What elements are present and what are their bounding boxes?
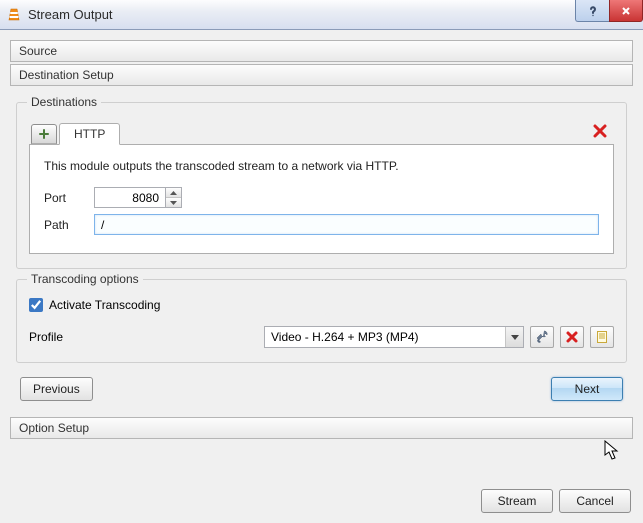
destination-tabs: HTTP <box>29 121 614 145</box>
dialog-footer-buttons: Stream Cancel <box>481 489 631 513</box>
stream-button[interactable]: Stream <box>481 489 553 513</box>
source-section-header[interactable]: Source <box>10 40 633 62</box>
activate-transcoding-label: Activate Transcoding <box>49 298 160 312</box>
wrench-icon <box>535 330 549 344</box>
x-red-icon <box>565 330 579 344</box>
window-title: Stream Output <box>28 7 113 22</box>
transcoding-group: Transcoding options Activate Transcoding… <box>16 279 627 363</box>
new-profile-button[interactable] <box>590 326 614 348</box>
next-button[interactable]: Next <box>551 377 623 401</box>
wizard-nav: Previous Next <box>10 373 633 411</box>
port-label: Port <box>44 191 94 205</box>
window-buttons <box>575 0 643 22</box>
option-setup-section-header[interactable]: Option Setup <box>10 417 633 439</box>
document-icon <box>595 330 609 344</box>
transcoding-group-label: Transcoding options <box>27 272 143 286</box>
path-row: Path <box>44 214 599 235</box>
http-description: This module outputs the transcoded strea… <box>44 159 599 173</box>
profile-dropdown[interactable]: Video - H.264 + MP3 (MP4) <box>264 326 524 348</box>
previous-button[interactable]: Previous <box>20 377 93 401</box>
destination-setup-content: Destinations HTTP This module outputs th… <box>10 88 633 417</box>
titlebar: Stream Output <box>0 0 643 30</box>
port-step-down[interactable] <box>166 198 181 207</box>
port-spinbox[interactable] <box>94 187 182 208</box>
add-destination-tab[interactable] <box>31 124 57 144</box>
client-area: Source Destination Setup Destinations HT… <box>0 30 643 523</box>
path-input[interactable] <box>94 214 599 235</box>
mouse-cursor <box>604 440 622 462</box>
app-icon <box>6 7 22 23</box>
profile-row: Profile Video - H.264 + MP3 (MP4) <box>29 326 614 348</box>
profile-label: Profile <box>29 330 89 344</box>
port-step-up[interactable] <box>166 188 181 198</box>
activate-transcoding-row: Activate Transcoding <box>29 298 614 312</box>
edit-profile-button[interactable] <box>530 326 554 348</box>
port-input[interactable] <box>94 187 166 208</box>
port-row: Port <box>44 187 599 208</box>
cancel-button[interactable]: Cancel <box>559 489 631 513</box>
help-button[interactable] <box>575 0 609 22</box>
delete-profile-button[interactable] <box>560 326 584 348</box>
destinations-group: Destinations HTTP This module outputs th… <box>16 102 627 269</box>
http-tab-content: This module outputs the transcoded strea… <box>29 145 614 254</box>
path-label: Path <box>44 218 94 232</box>
destinations-group-label: Destinations <box>27 95 101 109</box>
profile-value: Video - H.264 + MP3 (MP4) <box>271 330 419 344</box>
close-button[interactable] <box>609 0 643 22</box>
chevron-down-icon <box>505 327 523 347</box>
destination-setup-section-header[interactable]: Destination Setup <box>10 64 633 86</box>
activate-transcoding-checkbox[interactable] <box>29 298 43 312</box>
delete-destination-button[interactable] <box>592 123 608 142</box>
tab-http[interactable]: HTTP <box>59 123 120 145</box>
